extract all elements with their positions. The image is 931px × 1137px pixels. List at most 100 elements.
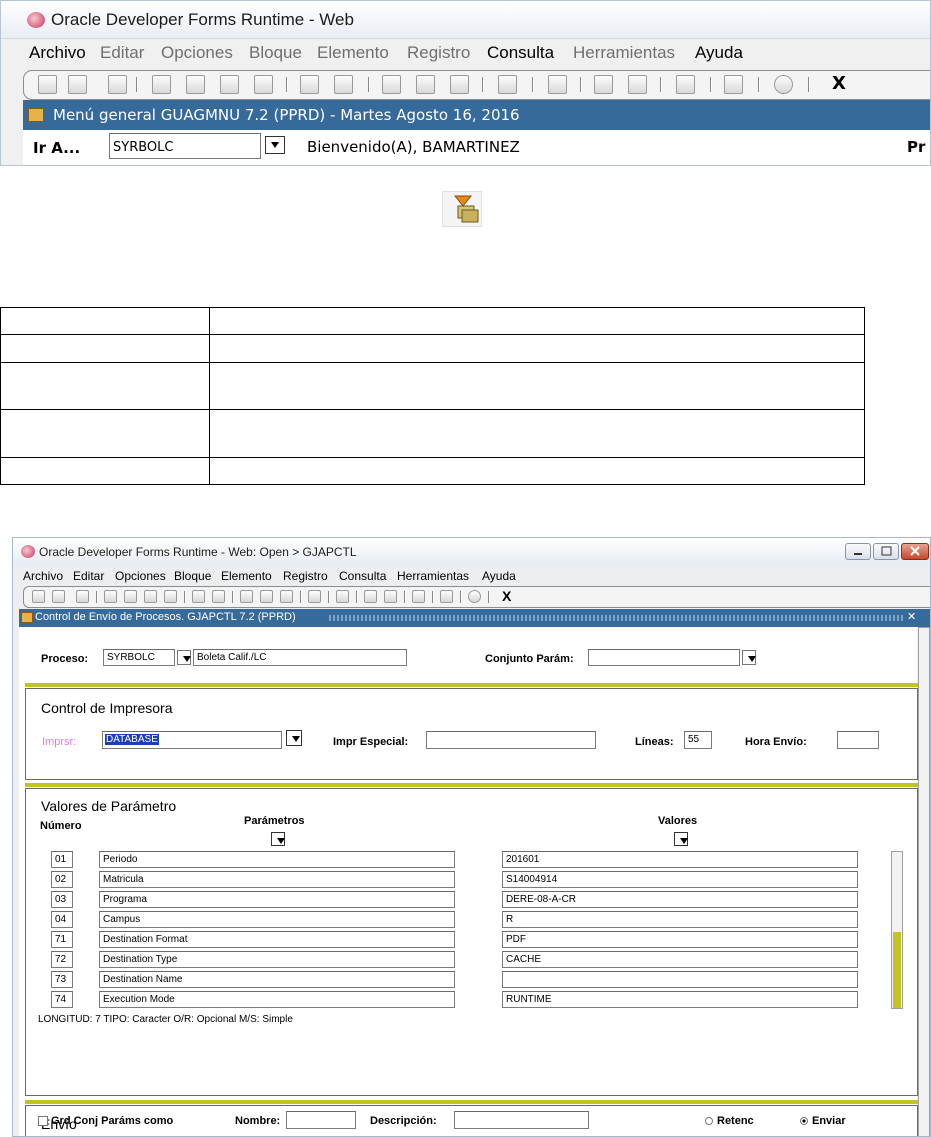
conjunto-dropdown-icon[interactable] [742, 650, 756, 665]
retenc-radio[interactable] [705, 1117, 713, 1125]
speaker-icon[interactable] [676, 75, 695, 94]
edit-icon[interactable] [308, 590, 321, 603]
crosshair-icon[interactable] [440, 590, 453, 603]
enviar-radio[interactable] [800, 1117, 808, 1125]
save-icon[interactable] [38, 75, 57, 94]
minimize-button[interactable] [845, 543, 871, 560]
param-number[interactable]: 02 [51, 871, 73, 888]
param-number[interactable]: 72 [51, 951, 73, 968]
lineas-input[interactable]: 55 [684, 731, 712, 749]
proceso-description[interactable]: Boleta Calif./LC [193, 649, 407, 666]
menu-archivo[interactable]: Archivo [29, 43, 86, 63]
print-icon[interactable] [336, 590, 349, 603]
param-number[interactable]: 73 [51, 971, 73, 988]
export-icon[interactable] [594, 75, 613, 94]
clear-record-icon[interactable] [144, 590, 157, 603]
exit-icon[interactable]: X [832, 73, 846, 94]
print-form-icon[interactable] [108, 75, 127, 94]
rollback-icon[interactable] [68, 75, 87, 94]
help-icon[interactable] [774, 75, 793, 94]
menu-consulta[interactable]: Consulta [339, 569, 386, 583]
descripcion-input[interactable] [454, 1111, 589, 1129]
menu-opciones[interactable]: Opciones [161, 43, 233, 63]
extract-icon[interactable] [628, 75, 647, 94]
save-icon[interactable] [32, 590, 45, 603]
param-number[interactable]: 01 [51, 851, 73, 868]
edit-icon[interactable] [498, 75, 517, 94]
param-value[interactable]: 201601 [502, 851, 858, 868]
help-icon[interactable] [468, 590, 481, 603]
param-value[interactable]: RUNTIME [502, 991, 858, 1008]
param-name[interactable]: Destination Format [99, 931, 455, 948]
conjunto-input[interactable] [588, 649, 740, 666]
menu-bloque[interactable]: Bloque [174, 569, 211, 583]
param-number[interactable]: 71 [51, 931, 73, 948]
menu-herramientas[interactable]: Herramientas [573, 43, 675, 63]
grd-checkbox[interactable] [38, 1116, 48, 1126]
menu-bloque[interactable]: Bloque [249, 43, 302, 63]
valores-dropdown-icon[interactable] [674, 832, 688, 846]
param-scrollbar[interactable] [891, 851, 903, 1009]
scrollbar-thumb[interactable] [893, 932, 901, 1008]
goto-input[interactable]: SYRBOLC [109, 133, 261, 159]
menu-editar[interactable]: Editar [73, 569, 104, 583]
menu-ayuda[interactable]: Ayuda [695, 43, 743, 63]
insert-record-icon[interactable] [152, 75, 171, 94]
imprsr-dropdown-icon[interactable] [286, 730, 302, 746]
param-value[interactable]: S14004914 [502, 871, 858, 888]
menu-editar[interactable]: Editar [100, 43, 144, 63]
param-name[interactable]: Periodo [99, 851, 455, 868]
form-scrollbar[interactable] [918, 627, 930, 1136]
enter-query-icon[interactable] [240, 590, 253, 603]
execute-query-icon[interactable] [260, 590, 273, 603]
param-name[interactable]: Execution Mode [99, 991, 455, 1008]
next-block-icon[interactable] [300, 75, 319, 94]
menu-consulta[interactable]: Consulta [487, 43, 554, 63]
menu-registro[interactable]: Registro [407, 43, 470, 63]
remove-record-icon[interactable] [186, 75, 205, 94]
crosshair-icon[interactable] [724, 75, 743, 94]
print-icon[interactable] [548, 75, 567, 94]
param-number[interactable]: 74 [51, 991, 73, 1008]
goto-dropdown-icon[interactable] [265, 136, 285, 154]
param-number[interactable]: 03 [51, 891, 73, 908]
param-name[interactable]: Matricula [99, 871, 455, 888]
menu-elemento[interactable]: Elemento [317, 43, 389, 63]
clear-record-icon[interactable] [220, 75, 239, 94]
execute-query-icon[interactable] [416, 75, 435, 94]
speaker-icon[interactable] [412, 590, 425, 603]
nombre-input[interactable] [286, 1111, 356, 1129]
menu-herramientas[interactable]: Herramientas [397, 569, 469, 583]
hora-envio-input[interactable] [837, 731, 879, 749]
cancel-query-icon[interactable] [280, 590, 293, 603]
param-name[interactable]: Campus [99, 911, 455, 928]
rollback-icon[interactable] [52, 590, 65, 603]
menu-opciones[interactable]: Opciones [115, 569, 166, 583]
enter-query-icon[interactable] [382, 75, 401, 94]
previous-block-icon[interactable] [334, 75, 353, 94]
param-value[interactable]: CACHE [502, 951, 858, 968]
param-value[interactable]: DERE-08-A-CR [502, 891, 858, 908]
close-button[interactable] [901, 543, 929, 560]
menu-ayuda[interactable]: Ayuda [482, 569, 516, 583]
param-name[interactable]: Destination Name [99, 971, 455, 988]
next-block-icon[interactable] [192, 590, 205, 603]
proceso-input[interactable]: SYRBOLC [103, 649, 175, 666]
extract-icon[interactable] [384, 590, 397, 603]
menu-registro[interactable]: Registro [283, 569, 328, 583]
remove-record-icon[interactable] [124, 590, 137, 603]
exit-icon[interactable]: X [502, 588, 511, 604]
cancel-query-icon[interactable] [450, 75, 469, 94]
param-value[interactable] [502, 971, 858, 988]
export-icon[interactable] [364, 590, 377, 603]
param-value[interactable]: PDF [502, 931, 858, 948]
impr-especial-input[interactable] [426, 731, 596, 749]
parametros-dropdown-icon[interactable] [271, 832, 285, 846]
proceso-dropdown-icon[interactable] [177, 650, 191, 665]
previous-block-icon[interactable] [212, 590, 225, 603]
insert-record-icon[interactable] [104, 590, 117, 603]
clear-block-icon[interactable] [164, 590, 177, 603]
param-name[interactable]: Programa [99, 891, 455, 908]
param-number[interactable]: 04 [51, 911, 73, 928]
maximize-button[interactable] [873, 543, 899, 560]
